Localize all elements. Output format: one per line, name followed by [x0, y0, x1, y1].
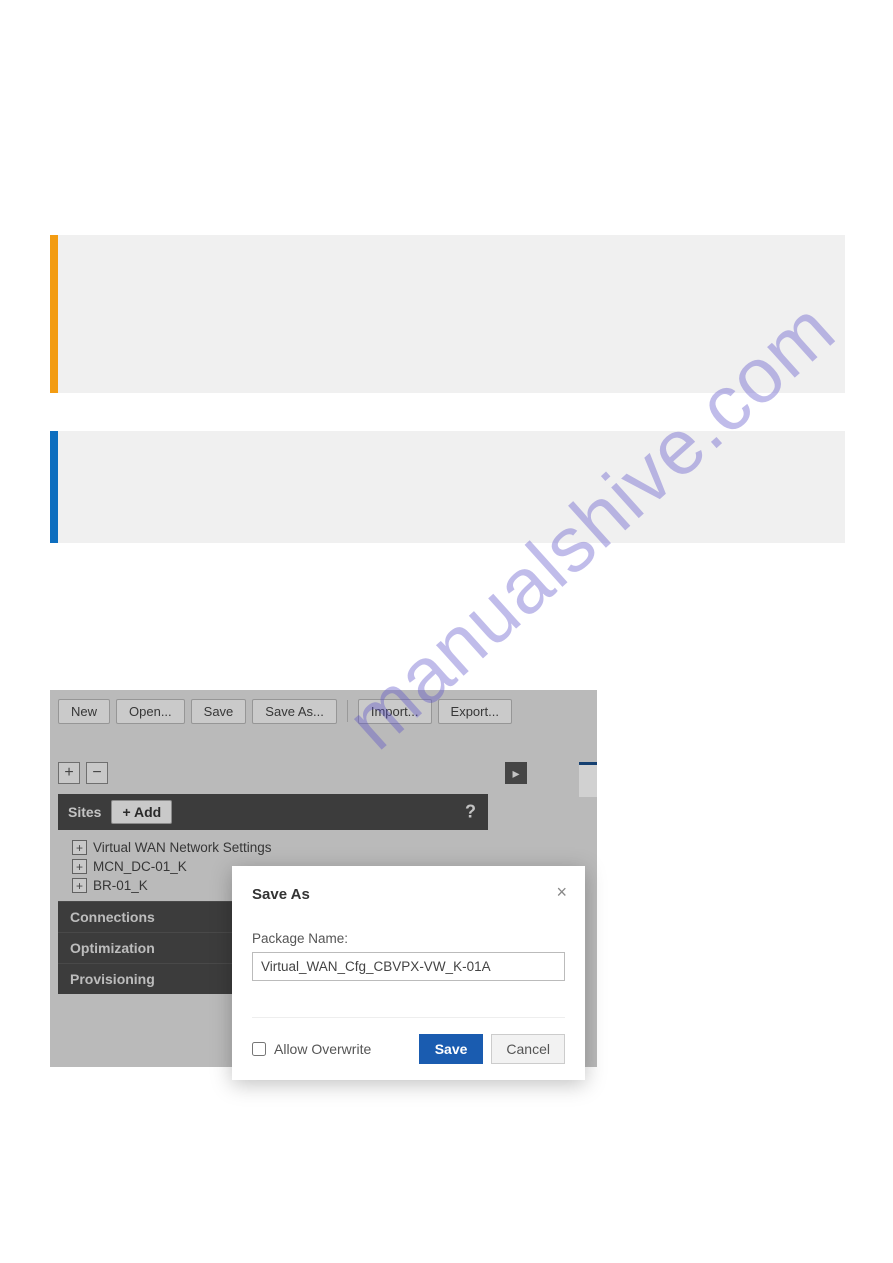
- open-button[interactable]: Open...: [116, 699, 185, 724]
- callout-bar: [50, 235, 58, 393]
- callout-info: [50, 431, 845, 543]
- expand-icon[interactable]: +: [72, 878, 87, 893]
- save-as-button[interactable]: Save As...: [252, 699, 337, 724]
- dialog-save-button[interactable]: Save: [419, 1034, 484, 1064]
- callout-warning: [50, 235, 845, 393]
- collapse-all-icon[interactable]: −: [86, 762, 108, 784]
- toolbar-separator: [347, 700, 348, 722]
- toolbar: New Open... Save Save As... Import... Ex…: [58, 696, 589, 726]
- tab-strip: Network: [579, 762, 597, 797]
- callout-bar: [50, 431, 58, 543]
- tab-network[interactable]: Network: [579, 765, 597, 797]
- close-icon[interactable]: ×: [556, 882, 567, 903]
- save-button[interactable]: Save: [191, 699, 247, 724]
- dialog-title: Save As: [252, 886, 565, 903]
- export-button[interactable]: Export...: [438, 699, 512, 724]
- allow-overwrite-label: Allow Overwrite: [274, 1041, 371, 1057]
- tree-node-label: Virtual WAN Network Settings: [93, 840, 272, 855]
- tree-node[interactable]: + Virtual WAN Network Settings: [72, 838, 482, 857]
- sites-header: Sites + Add ?: [58, 794, 488, 830]
- sites-label: Sites: [68, 804, 101, 820]
- allow-overwrite-checkbox[interactable]: Allow Overwrite: [252, 1041, 371, 1057]
- package-name-input[interactable]: [252, 952, 565, 981]
- expand-all-icon[interactable]: +: [58, 762, 80, 784]
- callout-body: [58, 431, 845, 543]
- import-button[interactable]: Import...: [358, 699, 432, 724]
- save-as-dialog: Save As × Package Name: Allow Overwrite …: [232, 866, 585, 1080]
- tree-node-label: MCN_DC-01_K: [93, 859, 187, 874]
- expand-icon[interactable]: +: [72, 840, 87, 855]
- tree-node-label: BR-01_K: [93, 878, 148, 893]
- expand-collapse-row: + −: [58, 762, 488, 784]
- callout-body: [58, 235, 845, 393]
- package-name-label: Package Name:: [252, 931, 565, 946]
- help-icon[interactable]: ?: [465, 802, 476, 823]
- expand-icon[interactable]: +: [72, 859, 87, 874]
- collapse-panel-icon[interactable]: ▸: [505, 762, 527, 784]
- new-button[interactable]: New: [58, 699, 110, 724]
- dialog-cancel-button[interactable]: Cancel: [491, 1034, 565, 1064]
- allow-overwrite-input[interactable]: [252, 1042, 266, 1056]
- add-site-button[interactable]: + Add: [111, 800, 172, 824]
